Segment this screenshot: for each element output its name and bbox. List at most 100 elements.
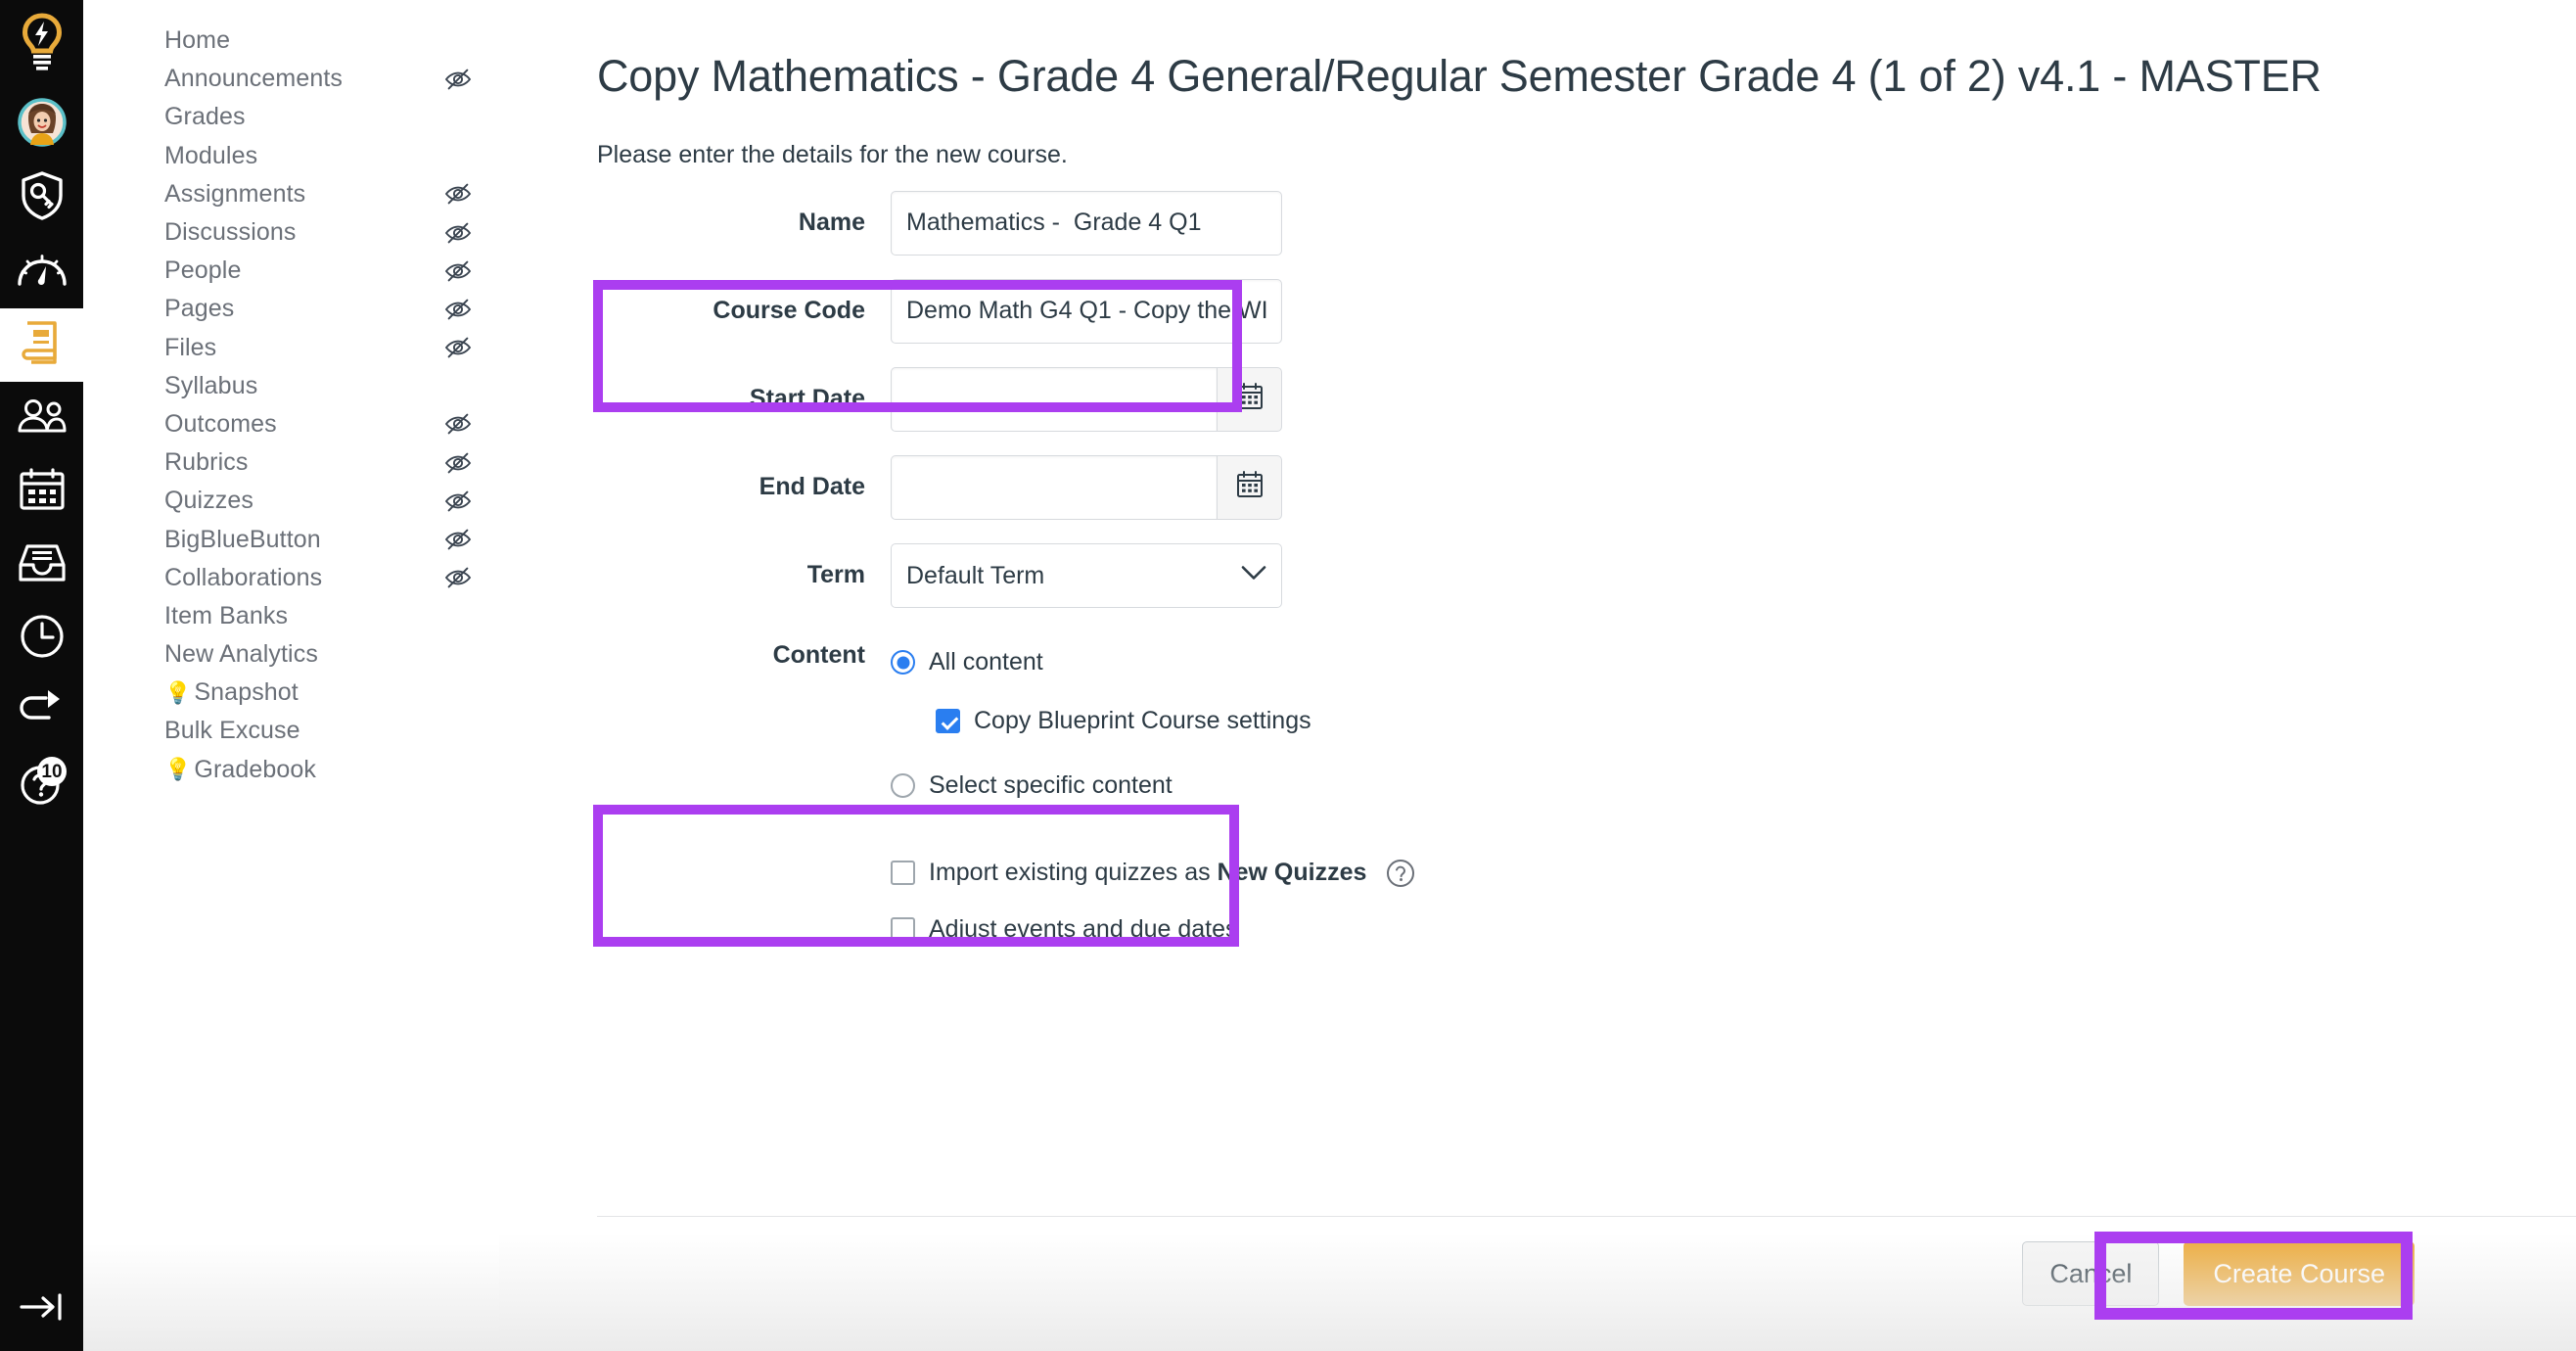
global-nav-item-account[interactable] (0, 88, 83, 162)
start-date-input[interactable] (891, 366, 1217, 432)
end-date-input[interactable] (891, 454, 1217, 520)
course-nav-item-label: Grades (164, 103, 246, 131)
all-content-label: All content (929, 648, 1043, 676)
extra-options: Import existing quizzes as New Quizzes A… (597, 845, 1771, 958)
eye-slash-icon (444, 219, 472, 247)
form-row-term: Term Default Term (597, 542, 1771, 608)
course-nav-item-bulk-excuse[interactable]: Bulk Excuse (83, 712, 499, 750)
import-quizzes-label: Import existing quizzes as New Quizzes (929, 859, 1366, 887)
global-nav-item-calendar[interactable] (0, 455, 83, 529)
course-nav-item-label: Bulk Excuse (164, 717, 300, 745)
help-circle-icon[interactable] (1386, 859, 1415, 888)
option-all-content[interactable]: All content (891, 639, 1311, 686)
course-nav-item-label: Discussions (164, 218, 297, 247)
eye-slash-icon (444, 257, 472, 285)
import-quizzes-checkbox[interactable] (891, 861, 915, 886)
course-nav-item-pages[interactable]: Pages (83, 290, 499, 328)
global-nav-item-courses[interactable] (0, 308, 83, 382)
global-nav-collapse-toggle[interactable] (0, 1291, 83, 1328)
all-content-radio[interactable] (891, 650, 915, 676)
eye-slash-icon (444, 410, 472, 438)
course-code-input[interactable] (891, 278, 1282, 344)
option-select-specific[interactable]: Select specific content (891, 763, 1311, 810)
arrow-loop-icon (17, 690, 68, 734)
form-row-name: Name (597, 190, 1771, 256)
course-code-label: Course Code (713, 297, 865, 325)
course-nav-item-discussions[interactable]: Discussions (83, 213, 499, 252)
global-nav-item-groups[interactable] (0, 382, 83, 455)
eye-slash-icon (444, 296, 472, 323)
course-nav-item-label: Gradebook (194, 755, 317, 783)
import-quizzes-prefix: Import existing quizzes as (929, 859, 1218, 887)
shield-key-icon (20, 170, 65, 226)
clock-icon (19, 613, 66, 665)
course-nav-item-label: Files (164, 333, 217, 361)
create-course-button[interactable]: Create Course (2184, 1241, 2415, 1306)
eye-slash-icon (444, 488, 472, 515)
eye-slash-icon (444, 449, 472, 477)
course-nav-item-label: Rubrics (164, 448, 249, 477)
course-nav-item-rubrics[interactable]: Rubrics (83, 443, 499, 482)
course-nav-item-item-banks[interactable]: Item Banks (83, 597, 499, 635)
copy-blueprint-checkbox[interactable] (936, 709, 960, 734)
end-date-calendar-button[interactable] (1217, 454, 1282, 520)
term-select[interactable]: Default Term (891, 542, 1282, 608)
course-nav-item-label: New Analytics (164, 640, 318, 669)
name-input[interactable] (891, 190, 1282, 256)
course-nav-item-grades[interactable]: Grades (83, 98, 499, 136)
course-nav-item-new-analytics[interactable]: New Analytics (83, 635, 499, 674)
course-nav-item-collaborations[interactable]: Collaborations (83, 559, 499, 597)
create-course-form: Name Course Code Start Date (597, 190, 1771, 958)
gauge-icon (17, 252, 68, 292)
course-nav-item-assignments[interactable]: Assignments (83, 175, 499, 213)
content-options: All content Copy Blueprint Course settin… (891, 631, 1311, 810)
course-nav-item-label: Pages (164, 295, 235, 323)
course-nav-item-label: Quizzes (164, 487, 254, 515)
adjust-dates-label: Adjust events and due dates (929, 915, 1238, 944)
lightbulb-icon: 💡 (164, 757, 192, 782)
book-icon (21, 319, 64, 371)
course-navigation: Home Announcements Grades Modules Assignment… (83, 0, 499, 1351)
course-nav-item-label: BigBlueButton (164, 525, 321, 553)
option-adjust-dates[interactable]: Adjust events and due dates (891, 902, 1771, 958)
course-nav-item-label: Announcements (164, 65, 343, 93)
course-nav-item-label: People (164, 256, 242, 285)
form-row-course-code: Course Code (597, 278, 1771, 344)
course-nav-item-quizzes[interactable]: Quizzes (83, 482, 499, 520)
content-label: Content (772, 640, 865, 669)
name-control (891, 190, 1282, 256)
global-nav-item-dashboard[interactable] (0, 235, 83, 308)
global-nav-item-admin[interactable] (0, 162, 83, 235)
option-copy-blueprint[interactable]: Copy Blueprint Course settings (891, 698, 1311, 745)
course-nav-item-gradebook[interactable]: 💡 Gradebook (83, 751, 499, 789)
eye-slash-icon (444, 564, 472, 591)
course-nav-item-home[interactable]: Home (83, 22, 499, 60)
global-nav-item-inbox[interactable] (0, 529, 83, 602)
global-nav-item-logo[interactable] (0, 0, 83, 88)
global-nav-item-help[interactable]: 10 (0, 749, 83, 822)
global-nav-item-history[interactable] (0, 602, 83, 676)
footer-divider (597, 1216, 2576, 1217)
course-nav-item-snapshot[interactable]: 💡 Snapshot (83, 674, 499, 712)
copy-blueprint-label: Copy Blueprint Course settings (974, 707, 1311, 735)
adjust-dates-checkbox[interactable] (891, 917, 915, 943)
course-code-control (891, 278, 1282, 344)
course-nav-item-files[interactable]: Files (83, 329, 499, 367)
course-nav-fade (83, 1243, 499, 1351)
global-nav-item-commons[interactable] (0, 676, 83, 749)
course-nav-item-label: Outcomes (164, 409, 277, 438)
course-nav-item-outcomes[interactable]: Outcomes (83, 405, 499, 443)
course-nav-item-announcements[interactable]: Announcements (83, 60, 499, 98)
select-specific-radio[interactable] (891, 773, 915, 799)
page-subtitle: Please enter the details for the new cou… (597, 140, 1068, 168)
course-nav-item-bigbluebutton[interactable]: BigBlueButton (83, 520, 499, 558)
course-nav-item-people[interactable]: People (83, 252, 499, 290)
lightbulb-logo-icon (18, 12, 67, 76)
calendar-icon (1235, 382, 1265, 416)
cancel-button[interactable]: Cancel (2022, 1241, 2160, 1306)
course-nav-item-syllabus[interactable]: Syllabus (83, 367, 499, 405)
select-specific-label: Select specific content (929, 771, 1173, 800)
start-date-calendar-button[interactable] (1217, 366, 1282, 432)
option-import-quizzes[interactable]: Import existing quizzes as New Quizzes (891, 845, 1771, 902)
course-nav-item-modules[interactable]: Modules (83, 137, 499, 175)
